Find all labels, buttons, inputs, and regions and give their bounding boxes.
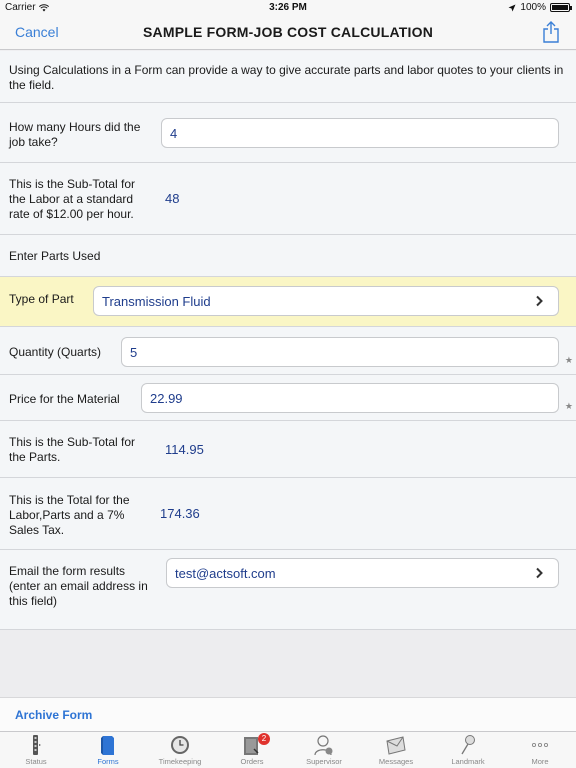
parts-subtotal-label: This is the Sub-Total for the Parts. (9, 435, 136, 464)
status-right: 100% (508, 2, 572, 13)
status-bar: Carrier 3:26 PM 100% (0, 0, 576, 16)
supervisor-icon (314, 735, 333, 756)
total-label: This is the Total for the Labor,Parts an… (9, 493, 130, 537)
envelope-icon (386, 736, 406, 755)
status-icon (33, 735, 41, 755)
tab-label: Supervisor (306, 757, 342, 766)
battery-fill (552, 5, 568, 10)
total-row: This is the Total for the Labor,Parts an… (0, 478, 576, 550)
tab-label: More (531, 757, 549, 766)
email-row: Email the form results (enter an email a… (0, 550, 576, 630)
labor-subtotal-row: This is the Sub-Total for the Labor at a… (0, 163, 576, 235)
hours-row: How many Hours did the job take? 4 (0, 103, 576, 163)
pushpin-icon (461, 735, 475, 755)
tab-orders[interactable]: 2 Orders (216, 732, 288, 768)
tab-status[interactable]: Status (0, 732, 72, 768)
parts-subtotal-row: This is the Sub-Total for the Parts. 114… (0, 421, 576, 478)
clock-icon (171, 736, 189, 754)
required-star-icon: ★ (564, 355, 573, 365)
tab-label: Timekeeping (158, 757, 202, 766)
parts-subtotal-value: 114.95 (165, 442, 204, 457)
quantity-label: Quantity (Quarts) (9, 345, 102, 359)
email-label: Email the form results (enter an email a… (9, 564, 148, 608)
tab-landmark[interactable]: Landmark (432, 732, 504, 768)
chevron-right-icon (536, 295, 543, 307)
battery-percent: 100% (520, 2, 546, 13)
share-icon[interactable] (542, 21, 560, 43)
battery-icon (550, 3, 572, 12)
tab-label: Landmark (451, 757, 485, 766)
tab-bar: Status Forms Timekeeping 2 Orders Superv… (0, 731, 576, 768)
hours-label: How many Hours did the job take? (9, 120, 141, 149)
more-icon (531, 742, 549, 748)
chevron-right-icon (536, 567, 543, 579)
archive-bar: Archive Form (0, 697, 576, 731)
orders-badge: 2 (258, 733, 270, 745)
navigation-bar: Cancel SAMPLE FORM-JOB COST CALCULATION (0, 16, 576, 50)
part-type-select[interactable]: Transmission Fluid (93, 286, 559, 316)
tab-label: Forms (97, 757, 119, 766)
parts-heading: Enter Parts Used (9, 249, 101, 263)
part-type-row: Type of Part Transmission Fluid (0, 277, 576, 327)
total-value: 174.36 (160, 506, 200, 521)
price-input[interactable]: 22.99 (141, 383, 559, 413)
part-type-value: Transmission Fluid (102, 294, 211, 309)
tab-forms[interactable]: Forms (72, 732, 144, 768)
labor-subtotal-label: This is the Sub-Total for the Labor at a… (9, 177, 136, 221)
tab-messages[interactable]: Messages (360, 732, 432, 768)
archive-form-button[interactable]: Archive Form (15, 708, 92, 722)
quantity-input[interactable]: 5 (121, 337, 559, 367)
tab-label: Messages (378, 757, 414, 766)
parts-heading-row: Enter Parts Used (0, 235, 576, 277)
forms-icon (101, 736, 114, 755)
tab-label: Status (25, 757, 47, 766)
tab-more[interactable]: More (504, 732, 576, 768)
email-value: test@actsoft.com (175, 566, 276, 581)
page-title: SAMPLE FORM-JOB COST CALCULATION (142, 24, 434, 40)
form-background (0, 630, 576, 697)
location-arrow-icon (508, 4, 516, 11)
tab-supervisor[interactable]: Supervisor (288, 732, 360, 768)
intro-text: Using Calculations in a Form can provide… (9, 63, 564, 92)
price-row: Price for the Material 22.99 ★ (0, 375, 576, 421)
tab-label: Orders (240, 757, 264, 766)
job-cost-form: Using Calculations in a Form can provide… (0, 51, 576, 630)
status-time: 3:26 PM (269, 2, 307, 13)
hours-input[interactable]: 4 (161, 118, 559, 148)
labor-subtotal-value: 48 (165, 191, 180, 206)
price-label: Price for the Material (9, 392, 120, 406)
tab-timekeeping[interactable]: Timekeeping (144, 732, 216, 768)
email-field[interactable]: test@actsoft.com (166, 558, 559, 588)
required-star-icon: ★ (564, 401, 573, 411)
part-type-label: Type of Part (9, 292, 74, 306)
intro-row: Using Calculations in a Form can provide… (0, 51, 576, 103)
quantity-row: Quantity (Quarts) 5 ★ (0, 327, 576, 375)
